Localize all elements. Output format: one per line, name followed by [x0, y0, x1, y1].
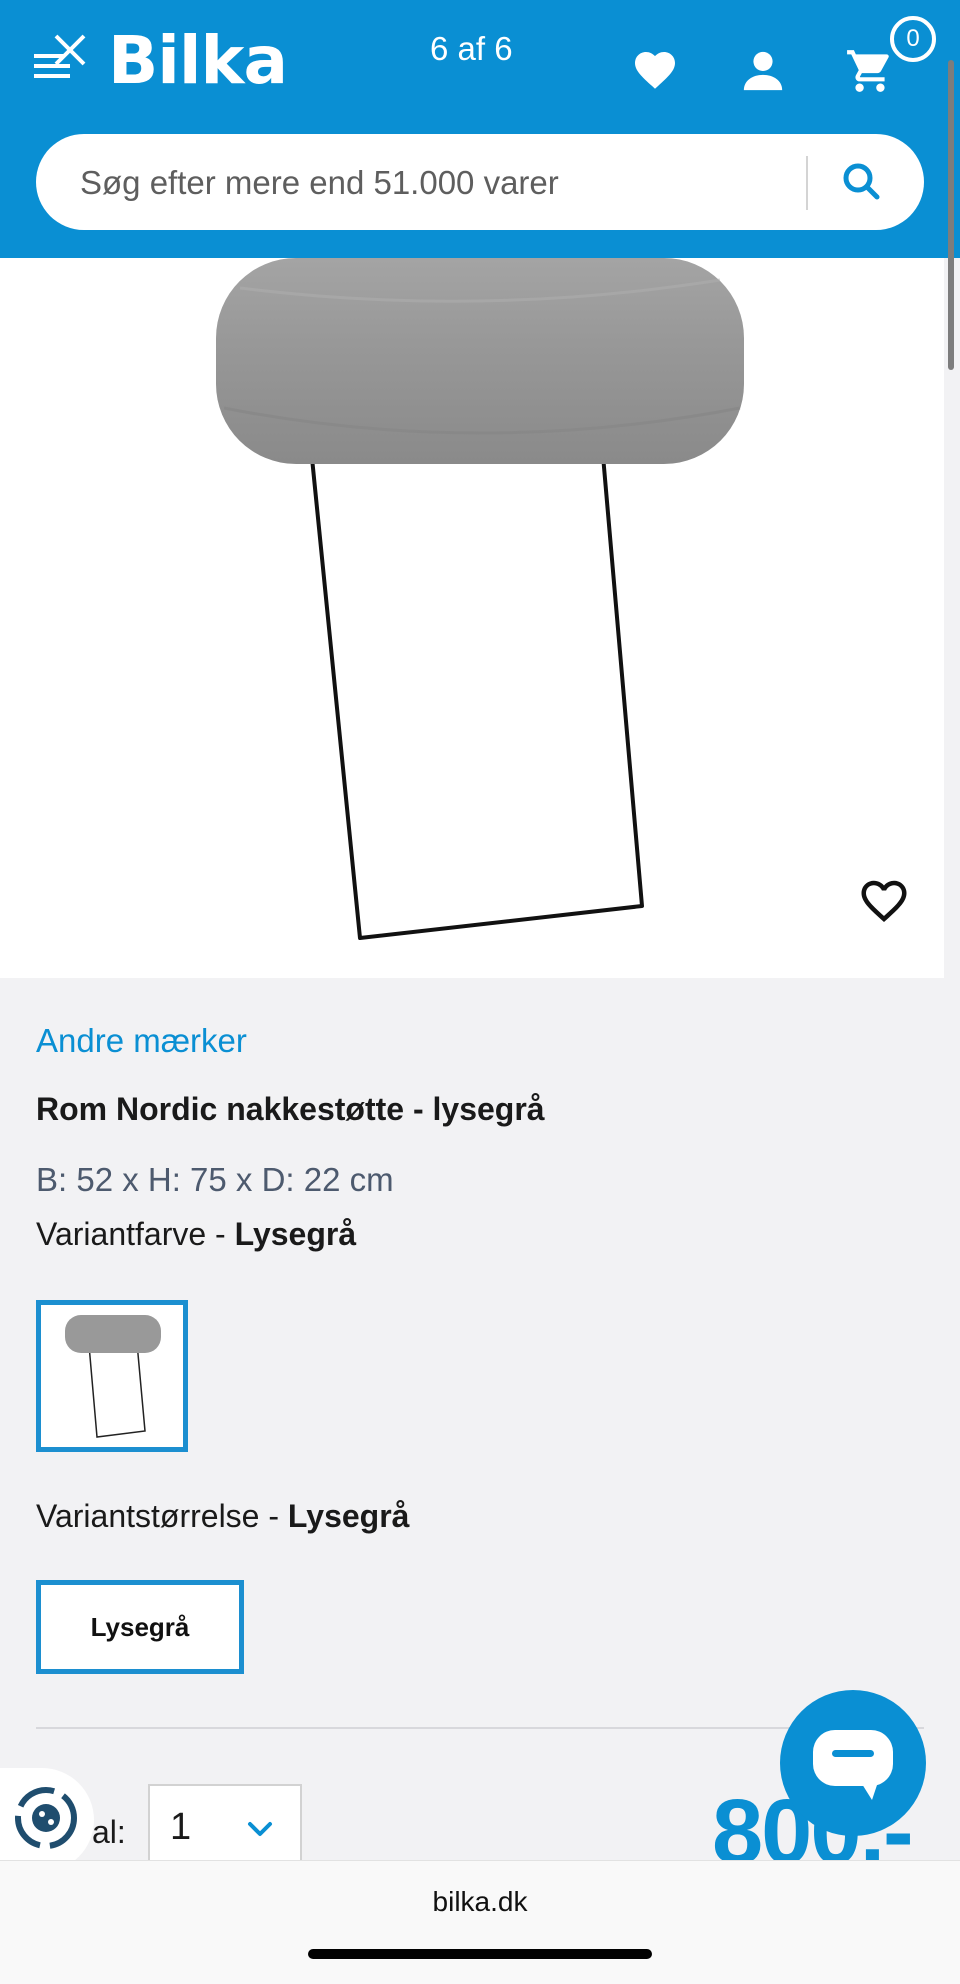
image-counter: 6 af 6: [430, 30, 513, 67]
chat-icon: [813, 1730, 893, 1800]
browser-bottom-bar: [0, 1860, 960, 1984]
neck-pillow-image: [216, 258, 744, 940]
variant-color-caption: Variantfarve -: [36, 1216, 235, 1252]
variant-color-value: Lysegrå: [234, 1216, 357, 1252]
quantity-select[interactable]: 1: [148, 1784, 302, 1868]
favorite-heart-icon[interactable]: [856, 874, 912, 928]
variant-size-label: Variantstørrelse - Lysegrå: [36, 1498, 409, 1535]
wishlist-heart-icon[interactable]: [630, 46, 680, 94]
swatch-thumbnail: [65, 1315, 161, 1438]
search-input[interactable]: [78, 134, 822, 232]
cookie-settings-icon: [15, 1787, 77, 1849]
menu-icon[interactable]: [30, 30, 90, 90]
search-divider: [806, 156, 808, 210]
chat-button[interactable]: [780, 1690, 926, 1836]
variant-size-caption: Variantstørrelse -: [36, 1498, 288, 1534]
product-dimensions: B: 52 x H: 75 x D: 22 cm: [36, 1161, 394, 1198]
variant-color-label: Variantfarve - Lysegrå: [36, 1216, 356, 1253]
user-icon[interactable]: [740, 48, 786, 94]
cart-icon[interactable]: [842, 46, 898, 96]
search-icon[interactable]: [826, 154, 896, 210]
cookie-settings-button[interactable]: [0, 1768, 94, 1872]
home-indicator[interactable]: [308, 1949, 652, 1959]
site-header: Bilka 6 af 6 0: [0, 0, 960, 258]
brand-link[interactable]: Andre mærker: [36, 1022, 247, 1060]
product-title: Rom Nordic nakkestøtte - lysegrå: [36, 1091, 545, 1127]
address-bar-url[interactable]: bilka.dk: [0, 1886, 960, 1918]
bilka-logo[interactable]: Bilka: [108, 22, 288, 99]
quantity-value: 1: [170, 1806, 192, 1848]
page-scrollbar[interactable]: [948, 60, 954, 370]
quantity-label: al:: [92, 1814, 126, 1850]
search-bar: [36, 134, 924, 232]
variant-color-swatch[interactable]: [36, 1300, 188, 1452]
product-image[interactable]: [0, 258, 944, 978]
size-option-button[interactable]: Lysegrå: [36, 1580, 244, 1674]
chevron-down-icon: [248, 1822, 272, 1836]
variant-size-value: Lysegrå: [287, 1498, 410, 1534]
cart-count-badge[interactable]: 0: [890, 16, 936, 62]
